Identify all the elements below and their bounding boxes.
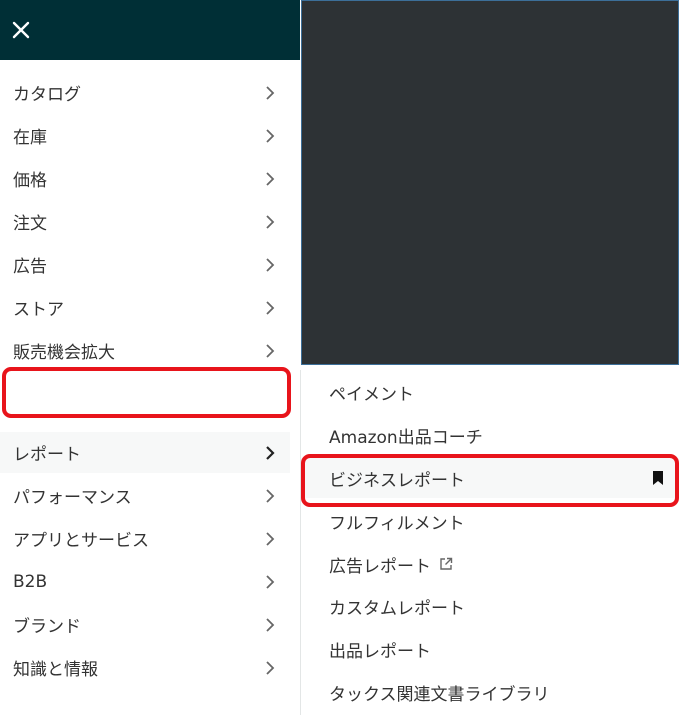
submenu-item-label: Amazon出品コーチ [329,427,483,448]
nav-item-b2b[interactable]: B2B [0,561,290,602]
dimmed-content-area [301,0,679,365]
nav-item-reports[interactable]: レポート [0,432,290,473]
nav-item-label: ブランド [13,617,81,637]
nav-item-orders[interactable]: 注文 [0,201,290,242]
submenu-item-label: ビジネスレポート [329,470,465,491]
close-icon[interactable] [11,20,31,40]
nav-item-advertising[interactable]: 広告 [0,244,290,285]
submenu-item-label: ペイメント [329,384,414,405]
submenu-item-label: 広告レポート [329,556,431,577]
submenu-item-label: フルフィルメント [329,513,465,534]
chevron-right-icon [266,574,275,589]
submenu-item-advertising-reports[interactable]: 広告レポート [301,544,679,584]
nav-item-catalog[interactable]: カタログ [0,72,290,113]
submenu-item-custom-reports[interactable]: カスタムレポート [301,586,679,626]
nav-item-label: 注文 [13,214,47,234]
chevron-right-icon [266,214,275,229]
chevron-right-icon [266,257,275,272]
nav-item-label: 在庫 [13,128,47,148]
nav-item-apps-services[interactable]: アプリとサービス [0,518,290,559]
chevron-right-icon [266,128,275,143]
navigation-panel: カタログ 在庫 価格 注文 広告 ストア 販売機会拡大 レポート パフォーマンス… [0,0,300,715]
chevron-right-icon [266,660,275,675]
reports-submenu: ペイメント Amazon出品コーチ ビジネスレポート フルフィルメント 広告レポ… [300,370,679,715]
bookmark-icon[interactable] [653,471,663,485]
nav-item-label: ストア [13,300,64,320]
nav-item-performance[interactable]: パフォーマンス [0,475,290,516]
nav-header [0,0,300,60]
chevron-right-icon [266,85,275,100]
nav-item-label: 知識と情報 [13,660,98,680]
nav-item-label: レポート [13,445,81,465]
submenu-item-fulfillment[interactable]: フルフィルメント [301,501,679,541]
submenu-item-label: 出品レポート [329,641,431,662]
nav-item-label: 価格 [13,171,47,191]
chevron-right-icon [266,488,275,503]
nav-item-growth[interactable]: 販売機会拡大 [0,330,290,371]
nav-item-inventory[interactable]: 在庫 [0,115,290,156]
submenu-item-selling-coach[interactable]: Amazon出品コーチ [301,415,679,455]
submenu-item-label: タックス関連文書ライブラリ [329,684,550,705]
submenu-item-payments[interactable]: ペイメント [301,372,679,412]
nav-item-label: パフォーマンス [13,488,132,508]
nav-item-label: B2B [13,571,48,592]
nav-item-brand[interactable]: ブランド [0,604,290,645]
nav-item-pricing[interactable]: 価格 [0,158,290,199]
chevron-right-icon [266,445,275,460]
nav-item-label: 販売機会拡大 [13,343,115,363]
submenu-item-business-reports[interactable]: ビジネスレポート [301,458,679,498]
submenu-item-tax-library[interactable]: タックス関連文書ライブラリ [301,672,679,712]
chevron-right-icon [266,300,275,315]
nav-item-label: アプリとサービス [13,531,149,551]
chevron-right-icon [266,171,275,186]
chevron-right-icon [266,531,275,546]
submenu-item-listing-reports[interactable]: 出品レポート [301,629,679,669]
submenu-item-label: カスタムレポート [329,598,465,619]
external-link-icon [440,557,453,570]
nav-item-store[interactable]: ストア [0,287,290,328]
nav-item-label: カタログ [13,85,81,105]
nav-item-label: 広告 [13,257,47,277]
chevron-right-icon [266,343,275,358]
nav-item-knowledge[interactable]: 知識と情報 [0,647,290,688]
chevron-right-icon [266,617,275,632]
